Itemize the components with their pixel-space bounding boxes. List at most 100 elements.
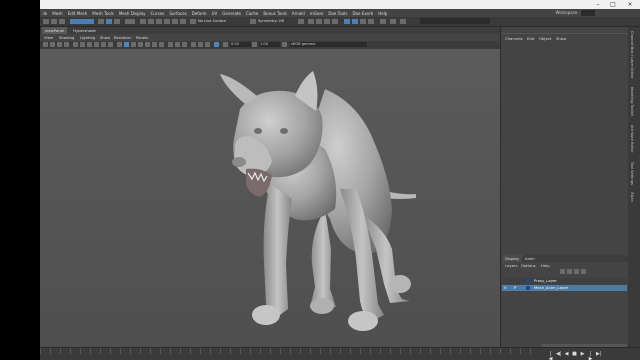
field-chart-icon[interactable]: [101, 42, 106, 47]
color-management-icon[interactable]: [282, 42, 287, 47]
depth-of-field-icon[interactable]: [205, 42, 210, 47]
move-layer-up-icon[interactable]: [560, 269, 565, 274]
minimize-icon[interactable]: –: [593, 0, 603, 9]
side-tab-tool-settings[interactable]: Tool Settings: [630, 162, 634, 185]
xgen-icon[interactable]: [380, 19, 386, 24]
viewport-menu-renderer[interactable]: Renderer: [114, 34, 131, 41]
ambient-occlusion-icon[interactable]: [191, 42, 196, 47]
textured-icon[interactable]: [145, 42, 150, 47]
menu-surfaces[interactable]: Surfaces: [167, 11, 189, 16]
default-material-icon[interactable]: [131, 42, 136, 47]
xray-joints-icon[interactable]: [175, 42, 180, 47]
channel-box-menu-edit[interactable]: Edit: [527, 35, 534, 42]
resolution-gate-icon[interactable]: [87, 42, 92, 47]
step-forward-icon[interactable]: |▶: [588, 352, 593, 360]
new-layer-from-selected-icon[interactable]: [581, 269, 586, 274]
side-tab-modeling-toolkit[interactable]: Modeling Toolkit: [630, 87, 634, 116]
channel-box-menu-show[interactable]: Show: [556, 35, 566, 42]
smooth-shade-icon[interactable]: [124, 42, 129, 47]
play-forward-icon[interactable]: ▶: [580, 352, 585, 357]
viewport-menu-view[interactable]: View: [44, 34, 53, 41]
visibility-toggle[interactable]: V: [504, 285, 507, 291]
symmetry-label[interactable]: Symmetry: Off: [258, 17, 284, 26]
render-ipr-icon[interactable]: [316, 19, 322, 24]
play-backward-icon[interactable]: ◀: [564, 352, 569, 357]
gate-mask-icon[interactable]: [94, 42, 99, 47]
gamma-field[interactable]: 1.00: [259, 42, 280, 47]
maximize-icon[interactable]: □: [608, 0, 618, 9]
menu-doe-tools[interactable]: Doe Tools: [326, 11, 350, 16]
exposure-field[interactable]: 0.00: [230, 42, 251, 47]
toggle-attribute-icon[interactable]: [400, 19, 406, 24]
layer-menu-options[interactable]: Options: [521, 263, 536, 269]
selection-mode-dropdown[interactable]: [70, 19, 94, 24]
move-layer-down-icon[interactable]: [567, 269, 572, 274]
snap-view-icon[interactable]: [164, 19, 170, 24]
menu-generate[interactable]: Generate: [220, 11, 244, 16]
menu-arnold[interactable]: Arnold: [289, 11, 307, 16]
tab-viewpanel[interactable]: viewPanel: [42, 27, 67, 34]
menu-bonus-tools[interactable]: Bonus Tools: [261, 11, 289, 16]
new-scene-icon[interactable]: [43, 19, 49, 24]
snap-curve-icon[interactable]: [148, 19, 154, 24]
layer-color-swatch[interactable]: [526, 279, 530, 283]
anti-aliasing-icon[interactable]: [198, 42, 203, 47]
playback-toggle[interactable]: P: [514, 285, 516, 291]
menu-edit-mesh[interactable]: Edit Mesh: [65, 11, 90, 16]
select-by-object-icon[interactable]: [106, 19, 112, 24]
live-surface-icon[interactable]: [190, 19, 196, 24]
pick-mask-icon[interactable]: [125, 19, 135, 24]
snap-live-icon[interactable]: [180, 19, 186, 24]
go-to-end-icon[interactable]: ▶|: [596, 352, 602, 357]
menu-curves[interactable]: Curves: [148, 11, 167, 16]
menu-mesh[interactable]: Mesh: [50, 11, 66, 16]
view-transform-dropdown[interactable]: sRGB gamma: [290, 42, 367, 47]
channel-box-menu-object[interactable]: Object: [539, 35, 551, 42]
save-scene-icon[interactable]: [59, 19, 65, 24]
layer-row[interactable]: V P Mesh_Anim_Layer: [502, 285, 627, 291]
viewport-menu-panels[interactable]: Panels: [136, 34, 148, 41]
arnold-light-icon[interactable]: [360, 19, 366, 24]
render-frame-icon[interactable]: [308, 19, 314, 24]
channel-box-menu-channels[interactable]: Channels: [505, 35, 523, 42]
menu-deform[interactable]: Deform: [189, 11, 209, 16]
go-to-start-icon[interactable]: |◀: [548, 352, 553, 360]
menu-mgear[interactable]: mGear: [307, 11, 326, 16]
menu-uv[interactable]: UV: [209, 11, 220, 16]
viewport-menu-lighting[interactable]: Lighting: [80, 34, 95, 41]
new-empty-layer-icon[interactable]: [574, 269, 579, 274]
shadows-icon[interactable]: [159, 42, 164, 47]
wireframe-icon[interactable]: [117, 42, 122, 47]
side-tab-xgen[interactable]: XGen: [630, 192, 634, 202]
toggle-sidebar-icon[interactable]: [390, 19, 396, 24]
open-scene-icon[interactable]: [51, 19, 57, 24]
image-plane-icon[interactable]: [64, 42, 69, 47]
side-tab-attribute-editor[interactable]: Attribute Editor: [630, 125, 634, 153]
gamma-icon[interactable]: [252, 42, 257, 47]
menu-file[interactable]: ile: [40, 11, 50, 16]
camera-attributes-icon[interactable]: [50, 42, 55, 47]
xray-components-icon[interactable]: [182, 42, 187, 47]
hypershade-icon[interactable]: [332, 19, 338, 24]
stop-icon[interactable]: ■: [572, 352, 577, 357]
layer-menu-help[interactable]: Help: [541, 263, 550, 269]
exposure-icon[interactable]: [223, 42, 228, 47]
layer-row[interactable]: Proxy_Layer: [502, 278, 627, 284]
symmetry-icon[interactable]: [250, 19, 256, 24]
viewport-menu-show[interactable]: Show: [100, 34, 110, 41]
grid-icon[interactable]: [73, 42, 78, 47]
xray-icon[interactable]: [168, 42, 173, 47]
close-icon[interactable]: ×: [625, 0, 635, 9]
arnold-render-icon[interactable]: [344, 19, 350, 24]
tab-display-layers[interactable]: Display: [502, 255, 522, 262]
3d-viewport[interactable]: [40, 49, 500, 347]
render-settings-icon[interactable]: [324, 19, 330, 24]
use-all-lights-icon[interactable]: [152, 42, 157, 47]
snap-surface-icon[interactable]: [172, 19, 178, 24]
menu-cache[interactable]: Cache: [243, 11, 260, 16]
menu-help[interactable]: Help: [376, 11, 390, 16]
select-by-component-icon[interactable]: [114, 19, 120, 24]
layer-menu-layers[interactable]: Layers: [505, 263, 518, 269]
arnold-sky-icon[interactable]: [368, 19, 374, 24]
workspace-dropdown[interactable]: [581, 10, 595, 16]
